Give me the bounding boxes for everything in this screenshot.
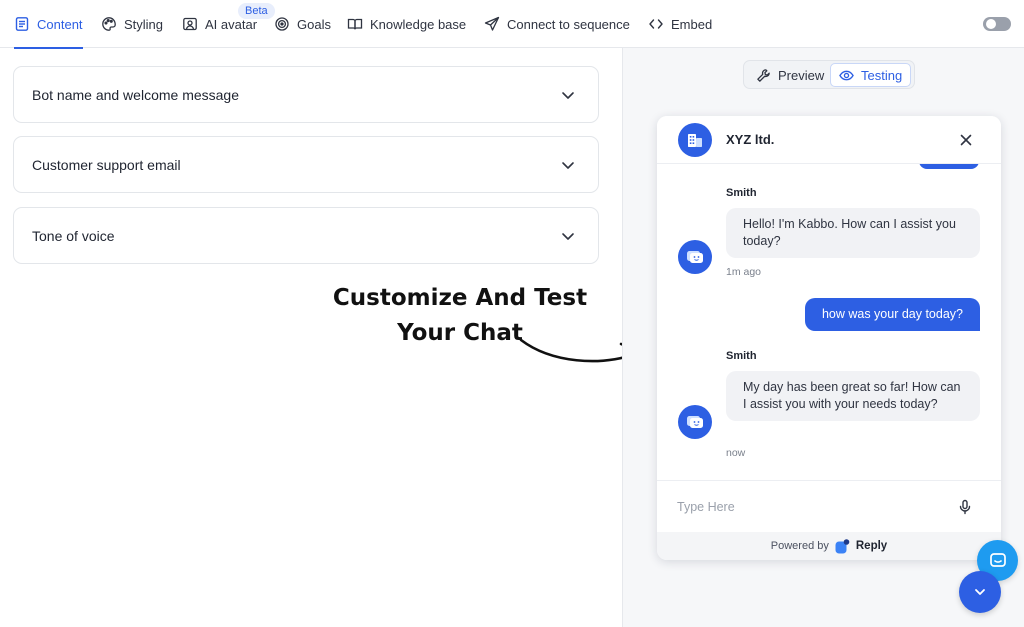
mode-switcher: Preview Testing xyxy=(743,60,915,89)
tab-connect-to-sequence[interactable]: Connect to sequence xyxy=(484,0,630,48)
message-time: 1m ago xyxy=(726,266,762,278)
widget-header: XYZ ltd. xyxy=(657,116,1001,164)
tab-knowledge-base[interactable]: Knowledge base xyxy=(347,0,466,48)
chat-bot-icon xyxy=(687,251,703,263)
tab-label: Connect to sequence xyxy=(507,16,630,32)
open-book-icon xyxy=(347,18,363,30)
paper-plane-icon xyxy=(484,16,500,31)
tab-goals[interactable]: Goals xyxy=(274,0,331,48)
chat-bubble-icon xyxy=(989,552,1006,567)
code-brackets-icon xyxy=(649,19,663,29)
chevron-down-icon xyxy=(975,589,985,595)
tab-label: Embed xyxy=(671,16,713,32)
message-composer xyxy=(657,480,1001,532)
target-icon xyxy=(275,17,289,31)
scroll-down-button[interactable] xyxy=(959,571,1001,613)
bot-avatar xyxy=(678,240,712,274)
reply-logo-icon xyxy=(835,538,850,553)
close-icon[interactable] xyxy=(958,132,974,148)
tab-styling[interactable]: Styling xyxy=(101,0,163,48)
company-name: XYZ ltd. xyxy=(726,132,775,147)
section-title: Customer support email xyxy=(32,156,181,173)
message-sender: Smith xyxy=(726,350,757,362)
widget-toggle[interactable] xyxy=(983,17,1011,31)
tab-label: Knowledge base xyxy=(370,16,467,32)
message-time: now xyxy=(726,447,746,459)
document-lines-icon xyxy=(15,17,29,31)
microphone-icon[interactable] xyxy=(957,499,973,515)
testing-label: Testing xyxy=(861,67,903,83)
bot-avatar xyxy=(678,405,712,439)
chevron-down-icon xyxy=(562,91,574,99)
bot-message: Hello! I'm Kabbo. How can I assist you t… xyxy=(726,208,980,258)
section-title: Tone of voice xyxy=(32,227,115,244)
top-navigation: Content Styling AI avatar Beta Goals Kno… xyxy=(0,0,1024,49)
tab-label: Styling xyxy=(124,16,164,32)
chat-bot-icon xyxy=(687,416,703,428)
chevron-down-icon xyxy=(562,232,574,240)
section-title: Bot name and welcome message xyxy=(32,86,239,103)
powered-by-text: Powered by xyxy=(770,540,829,552)
user-message: how was your day today? xyxy=(804,298,980,331)
section-customer-support-email[interactable]: Customer support email xyxy=(13,136,599,193)
eye-icon xyxy=(839,70,854,80)
annotation-line-1: Customize And Test xyxy=(332,285,588,311)
tab-label: Content xyxy=(37,16,83,32)
previous-message-stub xyxy=(919,164,979,169)
testing-button[interactable]: Testing xyxy=(830,63,912,87)
brand-name: Reply xyxy=(855,540,888,552)
wrench-icon xyxy=(757,68,770,82)
section-tone-of-voice[interactable]: Tone of voice xyxy=(13,207,599,264)
tab-label: Goals xyxy=(297,16,331,32)
tab-embed[interactable]: Embed xyxy=(648,0,712,48)
beta-badge: Beta xyxy=(238,3,275,19)
chat-widget: XYZ ltd. Smith Hello! I'm Kabbo. How can… xyxy=(657,116,1001,560)
company-logo xyxy=(678,123,712,157)
chevron-down-icon xyxy=(562,161,574,169)
message-input[interactable] xyxy=(677,495,937,519)
palette-icon xyxy=(102,17,116,31)
powered-by-footer: Powered by Reply xyxy=(657,532,1001,560)
tab-content[interactable]: Content xyxy=(14,0,83,49)
portrait-icon xyxy=(183,17,197,31)
building-icon xyxy=(688,134,702,147)
preview-label: Preview xyxy=(778,67,825,83)
bot-message: My day has been great so far! How can I … xyxy=(726,371,980,421)
message-list[interactable]: Smith Hello! I'm Kabbo. How can I assist… xyxy=(657,164,1001,480)
message-sender: Smith xyxy=(726,187,757,199)
preview-button[interactable]: Preview xyxy=(748,63,832,87)
section-bot-name-welcome[interactable]: Bot name and welcome message xyxy=(13,66,599,123)
